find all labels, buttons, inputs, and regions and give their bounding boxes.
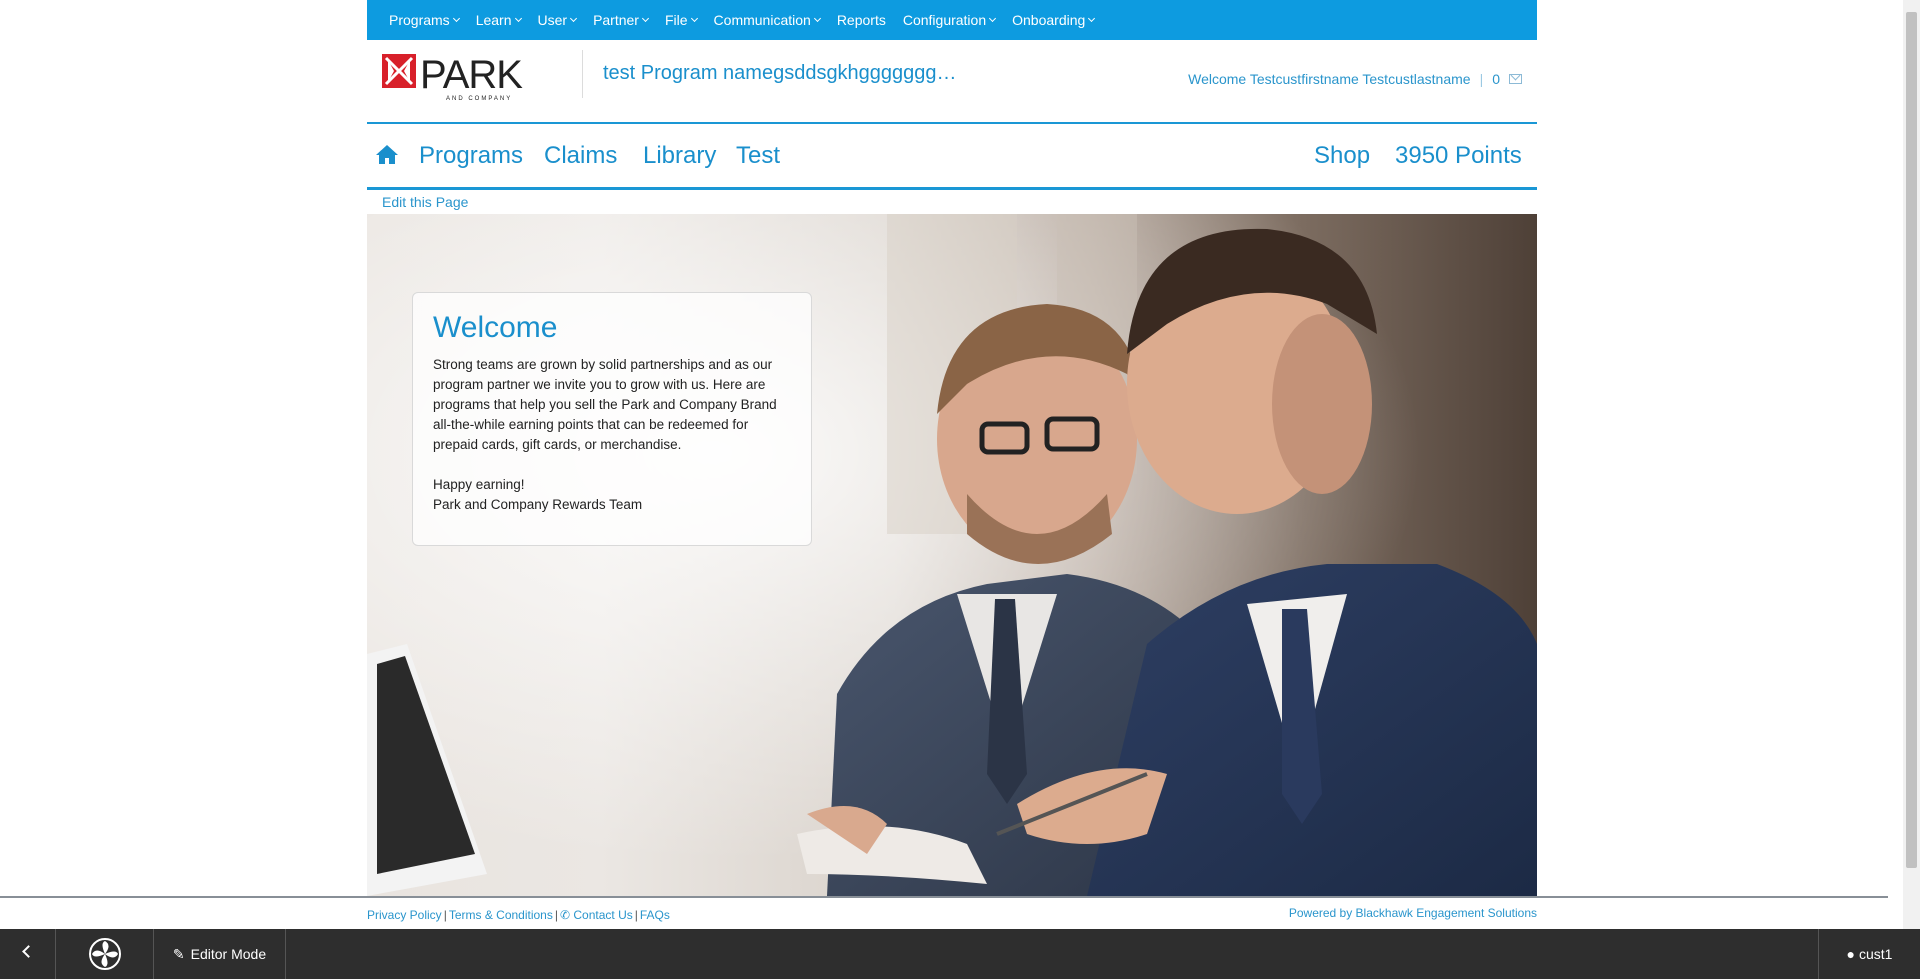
- admin-menu-onboarding[interactable]: Onboarding: [1012, 12, 1096, 28]
- editor-bar: ✎ Editor Mode ● cust1: [0, 929, 1920, 979]
- nav-claims[interactable]: Claims: [544, 142, 617, 170]
- chevron-down-icon: [514, 14, 522, 23]
- admin-menu-user[interactable]: User: [537, 12, 578, 28]
- admin-menu-label: File: [664, 12, 688, 28]
- nav-library[interactable]: Library: [643, 142, 716, 170]
- nav-programs[interactable]: Programs: [419, 142, 523, 170]
- admin-menu-learn[interactable]: Learn: [475, 12, 522, 28]
- chevron-down-icon: [452, 14, 460, 23]
- user-welcome: Welcome Testcustfirstname Testcustlastna…: [1188, 71, 1522, 87]
- footer-divider: [0, 896, 1888, 898]
- admin-menu-label: Configuration: [902, 12, 987, 28]
- pencil-icon: ✎: [172, 945, 185, 962]
- admin-menu-bar: Programs Learn User Partner File Communi…: [367, 0, 1537, 40]
- contact-us-link[interactable]: Contact Us: [573, 908, 632, 922]
- welcome-text[interactable]: Welcome Testcustfirstname Testcustlastna…: [1188, 71, 1470, 87]
- admin-menu-reports[interactable]: Reports: [837, 12, 886, 28]
- powered-by-link[interactable]: Powered by Blackhawk Engagement Solution…: [1289, 906, 1537, 920]
- admin-menu-label: User: [537, 12, 568, 28]
- logo-subtext: AND COMPANY: [446, 96, 512, 102]
- logo-divider: [582, 50, 583, 98]
- terms-link[interactable]: Terms & Conditions: [449, 908, 553, 922]
- chevron-left-icon: [22, 945, 35, 958]
- user-label: cust1: [1859, 946, 1893, 962]
- admin-menu-partner[interactable]: Partner: [593, 12, 650, 28]
- user-menu-button[interactable]: ● cust1: [1818, 929, 1920, 979]
- admin-menu-label: Partner: [593, 12, 639, 28]
- chevron-down-icon: [813, 14, 821, 23]
- site-header: PARK AND COMPANY test Program namegsddsg…: [367, 40, 1537, 124]
- admin-menu-label: Learn: [475, 12, 512, 28]
- editor-mode-label: Editor Mode: [190, 946, 267, 962]
- welcome-card: Welcome Strong teams are grown by solid …: [412, 292, 812, 546]
- edit-page-link[interactable]: Edit this Page: [382, 194, 468, 210]
- faqs-link[interactable]: FAQs: [640, 908, 670, 922]
- admin-menu-communication[interactable]: Communication: [713, 12, 821, 28]
- admin-menu-programs[interactable]: Programs: [389, 12, 460, 28]
- separator: |: [554, 908, 558, 922]
- main-nav: Programs Claims Library Test Shop 3950 P…: [367, 124, 1537, 190]
- chevron-down-icon: [690, 14, 698, 23]
- envelope-icon[interactable]: [1509, 74, 1522, 84]
- nav-points[interactable]: 3950 Points: [1395, 142, 1522, 170]
- nav-test[interactable]: Test: [736, 142, 780, 170]
- welcome-title: Welcome: [433, 311, 558, 344]
- home-icon[interactable]: [375, 143, 399, 165]
- chevron-down-icon: [989, 14, 997, 23]
- admin-menu-label: Onboarding: [1012, 12, 1086, 28]
- chevron-down-icon: [641, 14, 650, 23]
- collapse-button[interactable]: [0, 929, 56, 979]
- admin-menu-label: Communication: [713, 12, 811, 28]
- admin-menu-configuration[interactable]: Configuration: [902, 12, 997, 28]
- user-icon: ●: [1846, 946, 1855, 962]
- admin-menu-file[interactable]: File: [664, 12, 698, 28]
- chevron-down-icon: [1088, 14, 1096, 23]
- pinwheel-icon: [89, 938, 121, 970]
- admin-menu-label: Programs: [389, 12, 450, 28]
- separator: |: [634, 908, 638, 922]
- page: Programs Learn User Partner File Communi…: [0, 0, 1920, 979]
- nav-shop[interactable]: Shop: [1314, 142, 1370, 170]
- phone-icon: ✆: [559, 908, 571, 922]
- park-company-logo[interactable]: PARK AND COMPANY: [380, 46, 530, 106]
- separator: |: [443, 908, 447, 922]
- separator: |: [1479, 71, 1484, 87]
- platform-logo-button[interactable]: [56, 929, 154, 979]
- logo-text: PARK: [420, 53, 523, 97]
- hero-banner: Welcome Strong teams are grown by solid …: [367, 214, 1537, 896]
- vertical-scrollbar[interactable]: [1903, 0, 1920, 929]
- footer-links: Privacy Policy | Terms & Conditions | ✆ Cont…: [367, 908, 670, 922]
- privacy-policy-link[interactable]: Privacy Policy: [367, 908, 442, 922]
- program-name[interactable]: test Program namegsddsgkhggggggg…: [603, 62, 957, 85]
- editor-mode-button[interactable]: ✎ Editor Mode: [154, 929, 286, 979]
- admin-menu-label: Reports: [836, 12, 886, 28]
- chevron-down-icon: [570, 14, 578, 23]
- scrollbar-thumb[interactable]: [1906, 12, 1917, 868]
- welcome-body: Strong teams are grown by solid partners…: [433, 357, 777, 512]
- message-count[interactable]: 0: [1492, 71, 1500, 87]
